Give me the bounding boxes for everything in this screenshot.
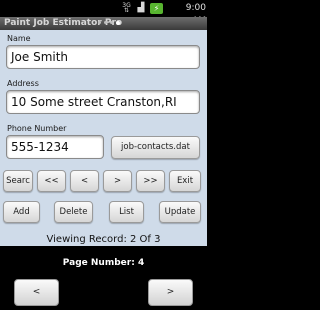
phone-label: Phone Number: [7, 124, 67, 133]
delete-button[interactable]: Delete: [54, 201, 93, 223]
network-label: 3G: [122, 2, 131, 9]
page-number-text: Page Number: 4: [62, 258, 145, 268]
next-record-button[interactable]: >: [103, 170, 132, 192]
exit-button[interactable]: Exit: [169, 170, 201, 192]
battery-icon: ⚡: [150, 3, 163, 14]
last-record-button[interactable]: >>: [136, 170, 165, 192]
app-title-bar: Paint Job Estimator Pro: [0, 17, 207, 30]
name-label: Name: [7, 34, 31, 43]
phone-field[interactable]: 555-1234: [6, 135, 104, 159]
update-button[interactable]: Update: [159, 201, 201, 223]
next-page-button[interactable]: >: [148, 279, 193, 306]
contacts-file-button[interactable]: job-contacts.dat: [111, 136, 200, 159]
page-indicator-dots: [98, 21, 138, 26]
page-indicator-dot: [104, 21, 107, 24]
previous-record-button[interactable]: <: [70, 170, 99, 192]
status-time: 9:00 AM: [185, 3, 206, 26]
address-field[interactable]: 10 Some street Cranston,RI: [6, 90, 200, 114]
status-bar: 3G⇅ ▟ ⚡ 9:00 AM: [0, 0, 207, 26]
network-3g-icon: 3G ⇅: [122, 2, 131, 14]
record-position-text: Viewing Record: 2 Of 3: [46, 234, 161, 245]
signal-icon: ▟: [137, 3, 145, 13]
add-button[interactable]: Add: [3, 201, 40, 223]
page-indicator-dot: [98, 21, 101, 24]
page-indicator-dot: [110, 21, 113, 24]
search-button[interactable]: Searc: [3, 170, 33, 192]
address-label: Address: [7, 79, 39, 88]
previous-page-button[interactable]: <: [14, 279, 59, 306]
record-form: Name Joe Smith Address 10 Some street Cr…: [0, 30, 207, 246]
list-button[interactable]: List: [109, 201, 144, 223]
page-indicator-dot-active: [116, 21, 120, 25]
name-field[interactable]: Joe Smith: [6, 45, 200, 69]
first-record-button[interactable]: <<: [37, 170, 66, 192]
